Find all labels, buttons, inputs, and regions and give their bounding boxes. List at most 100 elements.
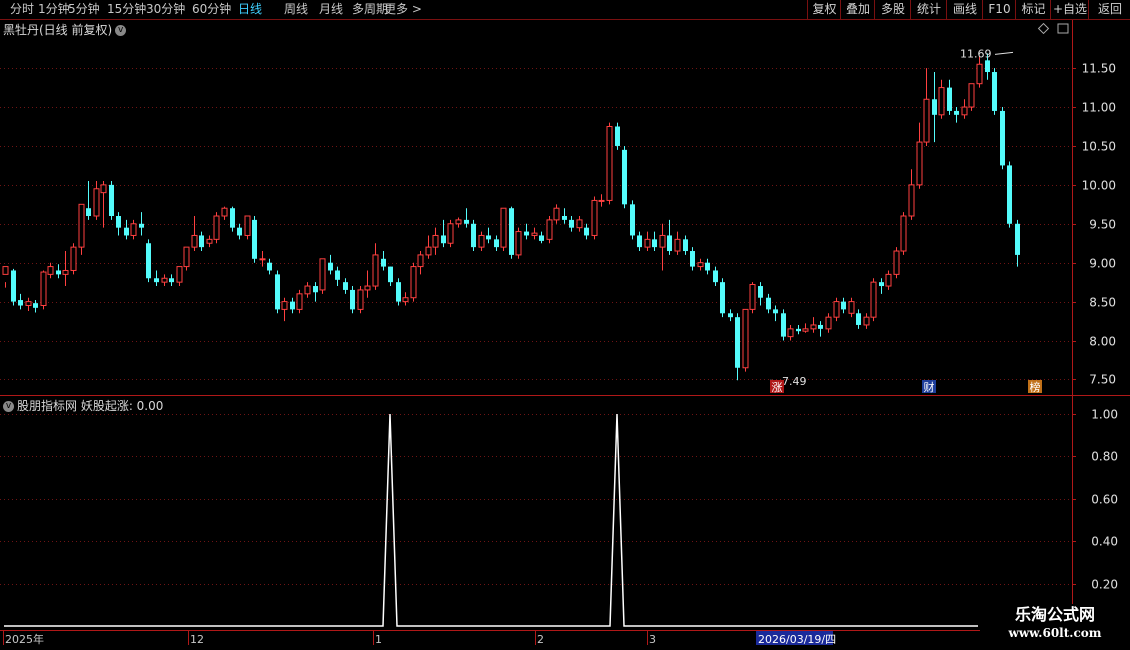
candle-body	[402, 297, 409, 303]
candle-body	[343, 282, 348, 290]
candle-body	[78, 203, 85, 248]
candle-body	[417, 254, 424, 268]
candle-body	[766, 297, 771, 310]
date-label: 2	[537, 633, 544, 646]
candle-body	[183, 246, 190, 268]
candle-body	[500, 207, 507, 248]
candle-body	[267, 262, 272, 271]
candle-body	[478, 234, 485, 248]
candle-body	[637, 235, 642, 248]
candle-body	[562, 216, 567, 220]
candle-body	[230, 208, 235, 228]
window-icon	[1057, 23, 1069, 34]
candle-body	[908, 184, 915, 217]
candle-body	[787, 328, 794, 338]
candle-body	[304, 285, 311, 295]
candle-body	[749, 283, 756, 310]
candle-body	[62, 269, 69, 275]
candle-body	[591, 199, 598, 236]
candle-body	[237, 227, 242, 236]
candle-body	[985, 60, 990, 73]
date-label: 12	[190, 633, 204, 646]
marker-text: 榜	[1030, 380, 1041, 394]
candle-body	[244, 215, 251, 236]
candle-body	[494, 239, 499, 248]
candle-body	[319, 258, 326, 291]
candle-body	[199, 235, 204, 248]
cursor-date-label: 2026/03/19/四	[758, 633, 836, 646]
candle-body	[652, 239, 657, 248]
candle-body	[615, 126, 620, 146]
candle-body	[350, 289, 355, 310]
indicator-tick-label: 1.00	[1091, 408, 1118, 422]
candle-body	[176, 266, 183, 283]
candle-body	[728, 313, 733, 318]
candle-body	[357, 289, 364, 310]
candle-body	[916, 141, 923, 186]
candle-body	[841, 301, 846, 310]
candle-body	[206, 238, 213, 244]
candle-body	[690, 251, 695, 267]
candle-body	[381, 258, 386, 267]
candle-body	[900, 215, 907, 252]
date-label: 2025年	[5, 632, 44, 646]
candle-body	[773, 309, 778, 314]
candle-body	[720, 282, 725, 314]
price-tick-label: 8.00	[1089, 335, 1116, 349]
candle-body	[213, 215, 220, 240]
candle-body	[606, 126, 613, 201]
candle-body	[893, 250, 900, 275]
candle-body	[100, 184, 107, 194]
candle-body	[546, 219, 553, 240]
candle-body	[659, 234, 666, 248]
candle-body	[464, 219, 469, 224]
candle-body	[447, 223, 454, 244]
candle-body	[410, 266, 417, 299]
candle-body	[33, 303, 38, 308]
candle-body	[515, 231, 522, 256]
candle-body	[509, 208, 514, 255]
candle-body	[130, 223, 137, 236]
candle-body	[221, 207, 228, 217]
candle-body	[758, 286, 763, 298]
candle-body	[667, 235, 672, 252]
candle-body	[968, 83, 975, 108]
candle-body	[86, 208, 91, 216]
candle-body	[697, 262, 704, 268]
candle-body	[281, 301, 288, 310]
candle-body	[1015, 223, 1020, 255]
low-price-label: 7.49	[782, 375, 807, 388]
candle-body	[735, 317, 740, 368]
candle-body	[25, 301, 32, 307]
candle-body	[290, 301, 295, 310]
candle-body	[372, 254, 379, 287]
candle-body	[56, 270, 61, 275]
diamond-icon	[1037, 22, 1050, 35]
candle-body	[879, 282, 884, 287]
candle-body	[622, 149, 627, 205]
stock-chart[interactable]: 11.5011.0010.5010.009.509.008.508.007.50…	[0, 0, 1130, 650]
candle-body	[742, 308, 749, 369]
candle-body	[705, 262, 710, 271]
candle-body	[93, 188, 100, 217]
candle-body	[825, 316, 832, 330]
candle-body	[630, 204, 635, 236]
candle-body	[364, 285, 371, 291]
candle-body	[598, 199, 605, 202]
price-tick-label: 9.00	[1089, 257, 1116, 271]
candle-body	[856, 313, 861, 325]
candle-body	[992, 72, 997, 111]
candle-body	[976, 63, 983, 85]
candle-body	[47, 266, 54, 275]
candle-body	[870, 281, 877, 318]
candle-body	[139, 223, 144, 228]
indicator-tick-label: 0.20	[1091, 578, 1118, 592]
candle-body	[471, 223, 476, 248]
candle-body	[1000, 110, 1005, 166]
candle-body	[161, 277, 168, 283]
candle-body	[275, 274, 280, 310]
candle-body	[863, 316, 870, 326]
candle-body	[455, 219, 462, 225]
candle-body	[818, 324, 823, 329]
candle-body	[11, 270, 16, 302]
